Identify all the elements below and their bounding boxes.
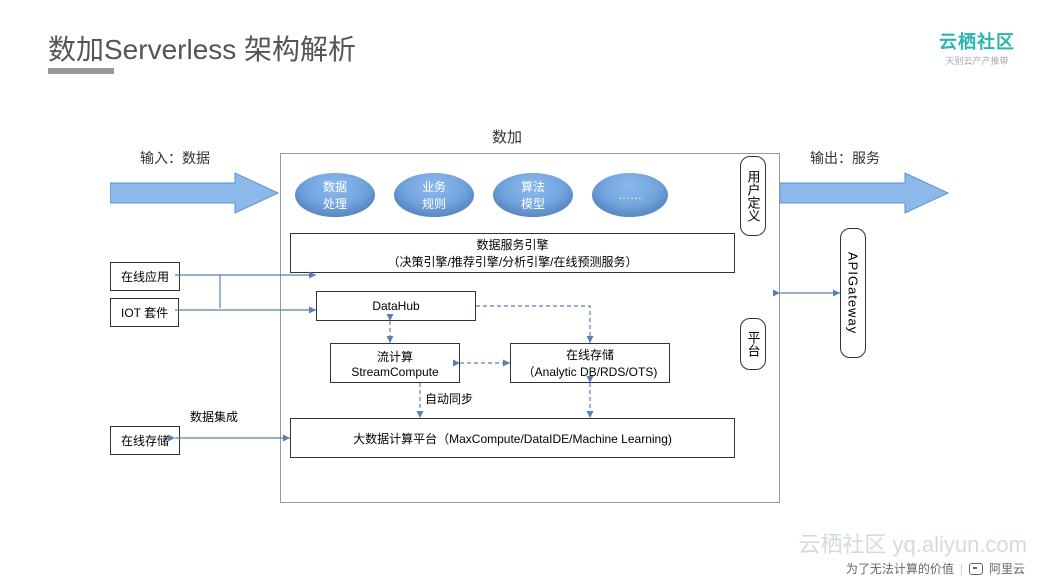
- ext-iot: IOT 套件: [110, 298, 179, 327]
- bubble-data-process: 数据 处理: [295, 173, 375, 217]
- architecture-diagram: 数加 输入：数据 输出：服务 数据 处理 业务 规则 算法 模型 …… 用户定义…: [80, 118, 980, 518]
- slide-title: 数加Serverless 架构解析: [48, 28, 356, 68]
- ext-online-app: 在线应用: [110, 262, 180, 291]
- logo-text-main: 云栖社区: [939, 28, 1015, 54]
- title-underline: [48, 68, 114, 74]
- bubble-more: ……: [592, 173, 668, 217]
- input-label: 输入：数据: [140, 148, 210, 168]
- vlabel-apigateway: APIGateway: [840, 228, 866, 358]
- label-data-integration: 数据集成: [190, 408, 238, 425]
- ext-online-storage: 在线存储: [110, 426, 180, 455]
- vlabel-platform: 平台: [740, 318, 766, 370]
- bubble-algo-model: 算法 模型: [493, 173, 573, 217]
- footer-brand: 阿里云: [989, 560, 1025, 577]
- box-online-storage: 在线存储 （Analytic DB/RDS/OTS): [510, 343, 670, 383]
- logo-yunqi: 云栖社区 天别云产产推带: [939, 28, 1015, 67]
- output-label: 输出：服务: [810, 148, 880, 168]
- slide-root: 数加Serverless 架构解析 云栖社区 天别云产产推带 数加 输入：数据 …: [0, 0, 1045, 585]
- container-title: 数加: [492, 126, 522, 147]
- output-arrow: [780, 168, 950, 218]
- logo-text-sub: 天别云产产推带: [939, 54, 1015, 67]
- label-auto-sync: 自动同步: [425, 390, 473, 407]
- service-engine-sub: （决策引擎/推荐引擎/分析引擎/在线预测服务）: [387, 253, 637, 270]
- aliyun-icon: [969, 563, 983, 575]
- input-arrow: [110, 168, 280, 218]
- box-service-engine: 数据服务引擎 （决策引擎/推荐引擎/分析引擎/在线预测服务）: [290, 233, 735, 273]
- footer-separator: |: [960, 562, 963, 576]
- box-streamcompute: 流计算 StreamCompute: [330, 343, 460, 383]
- service-engine-title: 数据服务引擎: [476, 236, 548, 253]
- box-bigdata-compute: 大数据计算平台（MaxCompute/DataIDE/Machine Learn…: [290, 418, 735, 458]
- watermark: 云栖社区 yq.aliyun.com: [798, 527, 1027, 559]
- box-datahub: DataHub: [316, 291, 476, 321]
- bubble-biz-rules: 业务 规则: [394, 173, 474, 217]
- footer-tagline: 为了无法计算的价值: [846, 560, 954, 577]
- footer: 为了无法计算的价值 | 阿里云: [846, 560, 1025, 577]
- vlabel-user-defined: 用户定义: [740, 156, 766, 236]
